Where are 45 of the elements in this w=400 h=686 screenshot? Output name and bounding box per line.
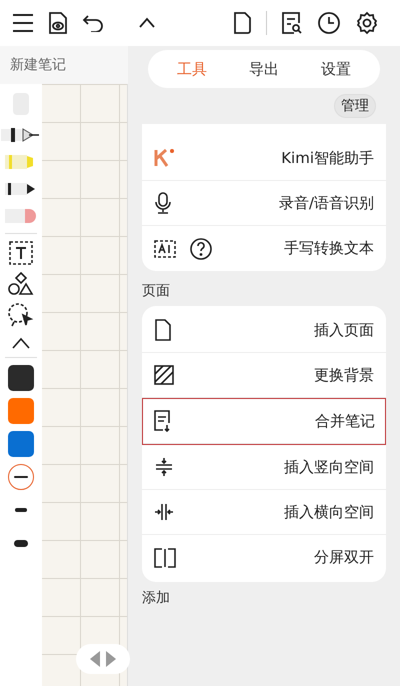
page-icon bbox=[154, 319, 172, 341]
menu-item-label[interactable]: 合并笔记 bbox=[315, 410, 375, 432]
caret-up-icon[interactable] bbox=[138, 17, 156, 29]
horizontal-space-icon bbox=[154, 502, 174, 522]
menu-item-label[interactable]: 插入横向空间 bbox=[284, 500, 374, 524]
document-merge-icon bbox=[153, 410, 171, 432]
tab[interactable]: 设置 bbox=[321, 58, 351, 80]
ai-box-icon bbox=[154, 238, 176, 258]
note-title: 新建笔记 bbox=[10, 56, 66, 74]
undo-icon[interactable] bbox=[82, 14, 104, 32]
hatched-square-icon bbox=[154, 365, 174, 385]
document-eye-icon[interactable] bbox=[48, 11, 68, 35]
color-swatch[interactable] bbox=[8, 365, 34, 391]
tab[interactable]: 导出 bbox=[249, 58, 279, 80]
help-icon[interactable] bbox=[190, 238, 212, 260]
microphone-icon bbox=[154, 192, 172, 214]
vertical-space-icon bbox=[154, 457, 174, 477]
split-screen-icon bbox=[154, 548, 176, 568]
clock-icon[interactable] bbox=[317, 11, 341, 35]
menu-item-label[interactable]: 手写转换文本 bbox=[284, 237, 374, 260]
fountain-pen-tool-icon[interactable] bbox=[1, 125, 41, 145]
settings-icon[interactable] bbox=[355, 11, 379, 35]
page-icon[interactable] bbox=[232, 11, 252, 35]
caret-up-icon[interactable] bbox=[11, 336, 31, 350]
menu-item-label[interactable]: 插入竖向空间 bbox=[284, 456, 374, 478]
menu-item-label[interactable]: 插入页面 bbox=[314, 318, 374, 342]
document-search-icon[interactable] bbox=[281, 11, 303, 35]
text-box-icon[interactable] bbox=[9, 241, 33, 265]
menu-item-label[interactable]: 分屏双开 bbox=[314, 546, 374, 569]
lasso-icon[interactable] bbox=[7, 303, 35, 329]
menu-item-label[interactable]: 录音/语音识别 bbox=[278, 192, 374, 214]
menu-icon[interactable] bbox=[12, 13, 34, 33]
section-title: 页面 bbox=[142, 282, 171, 301]
page-nav-control[interactable] bbox=[76, 644, 130, 674]
k-logo-icon bbox=[154, 148, 176, 168]
stroke-size-button[interactable] bbox=[8, 464, 34, 490]
left-arrow-icon[interactable] bbox=[90, 651, 100, 667]
shapes-icon[interactable] bbox=[8, 272, 34, 296]
color-swatch[interactable] bbox=[8, 431, 34, 457]
menu-item-label[interactable]: 更换背景 bbox=[314, 364, 374, 386]
menu-item-label[interactable]: Kimi智能助手 bbox=[281, 146, 374, 170]
section-title: 添加 bbox=[142, 589, 171, 608]
manage-button[interactable]: 管理 bbox=[334, 94, 376, 118]
right-arrow-icon[interactable] bbox=[106, 651, 116, 667]
color-swatch[interactable] bbox=[8, 398, 34, 424]
